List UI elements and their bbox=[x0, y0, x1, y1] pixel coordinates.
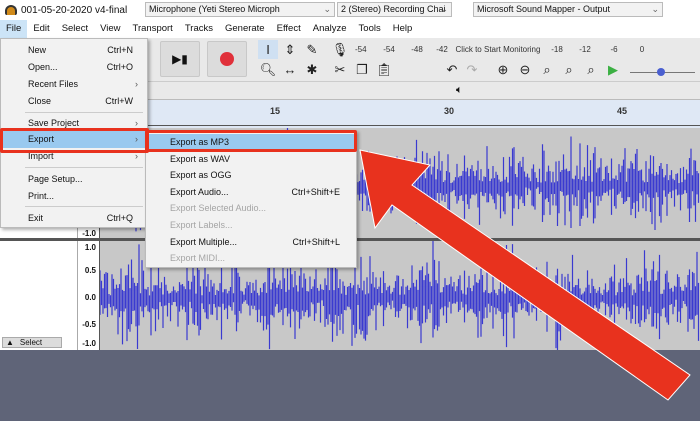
annotation-arrow bbox=[359, 149, 691, 401]
arrow-shape bbox=[359, 149, 691, 401]
